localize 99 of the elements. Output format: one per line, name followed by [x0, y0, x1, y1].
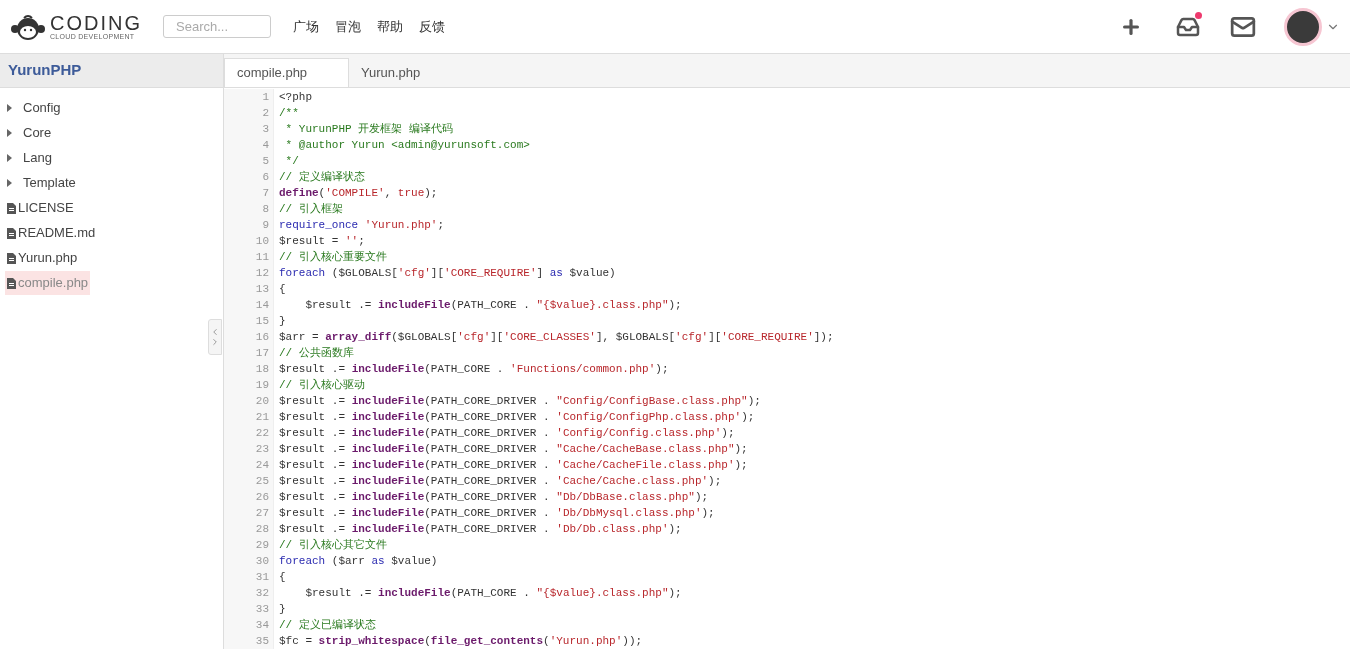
line-number: 1 [261, 90, 269, 105]
code-line: // 引入核心驱动 [279, 378, 365, 393]
code-line: // 定义已编译状态 [279, 618, 376, 633]
code-line: require_once 'Yurun.php'; [279, 218, 445, 233]
line-number: 3 [261, 122, 269, 137]
code-line: <?php [279, 90, 312, 105]
file-tree-item[interactable]: Core [5, 121, 54, 145]
line-number: 20 [254, 394, 269, 409]
file-tree-item[interactable]: Config [5, 96, 63, 120]
line-number: 25 [254, 474, 269, 489]
code-line: // 引入核心重要文件 [279, 250, 387, 265]
monkey-logo-icon [10, 12, 46, 41]
code-line: $result .= includeFile(PATH_CORE_DRIVER . 'Config/ConfigPhp.class.php'); [279, 410, 755, 425]
line-number: 5 [261, 154, 269, 169]
chevron-right-icon [210, 337, 220, 347]
code-line: $arr = array_diff($GLOBALS['cfg']['CORE_CLASSES'], $GLOBALS['cfg']['CORE_REQUIRE']); [279, 330, 834, 345]
code-line: $result .= includeFile(PATH_CORE_DRIVER . "Db/DbBase.class.php"); [279, 490, 709, 505]
code-line: $result .= includeFile(PATH_CORE_DRIVER . 'Config/Config.class.php'); [279, 426, 735, 441]
avatar[interactable] [1284, 7, 1322, 46]
file-tree-item[interactable]: LICENSE [5, 196, 76, 220]
expand-arrow-icon [7, 104, 12, 112]
code-line: // 定义编译状态 [279, 170, 365, 185]
line-number: 33 [254, 602, 269, 617]
line-number: 4 [261, 138, 269, 153]
line-number: 18 [254, 362, 269, 377]
line-number: 22 [254, 426, 269, 441]
line-number: 14 [254, 298, 269, 313]
line-number: 2 [261, 106, 269, 121]
code-line: * YurunPHP 开发框架 编译代码 [284, 122, 453, 137]
editor-tab[interactable]: Yurun.php [349, 58, 474, 87]
nav-link[interactable]: 广场 [293, 16, 319, 37]
line-number: 23 [254, 442, 269, 457]
code-line: /** [279, 106, 299, 121]
code-line: } [279, 314, 286, 329]
line-number: 6 [261, 170, 269, 185]
line-number: 26 [254, 490, 269, 505]
line-number: 13 [254, 282, 269, 297]
line-number: 15 [254, 314, 269, 329]
code-line: $result .= includeFile(PATH_CORE_DRIVER . 'Db/Db.class.php'); [279, 522, 682, 537]
line-number: 9 [261, 218, 269, 233]
line-number: 8 [261, 202, 269, 217]
file-tree-item[interactable]: README.md [5, 221, 98, 245]
line-number: 10 [254, 234, 269, 249]
code-line: */ [284, 154, 299, 169]
code-line: $result .= includeFile(PATH_CORE . "{$value}.class.php"); [304, 298, 682, 313]
project-title: YurunPHP [0, 54, 223, 88]
line-number: 34 [254, 618, 269, 633]
line-number: 17 [254, 346, 269, 361]
expand-arrow-icon [7, 129, 12, 137]
code-line: // 引入框架 [279, 202, 343, 217]
line-number: 19 [254, 378, 269, 393]
search-field[interactable]: Search... [163, 15, 271, 38]
line-number: 30 [254, 554, 269, 569]
code-line: $result .= includeFile(PATH_CORE . 'Functions/common.php'); [279, 362, 669, 377]
code-line: // 引入核心其它文件 [279, 538, 387, 553]
code-line: $result = ''; [279, 234, 365, 249]
code-line: $result .= includeFile(PATH_CORE_DRIVER . 'Cache/CacheFile.class.php'); [279, 458, 748, 473]
line-number: 27 [254, 506, 269, 521]
nav-link[interactable]: 帮助 [377, 16, 403, 37]
line-number: 31 [254, 570, 269, 585]
chevron-left-icon [210, 327, 220, 337]
collapse-handle[interactable] [208, 319, 222, 355]
code-line: { [279, 570, 286, 585]
code-line: } [279, 602, 286, 617]
line-number: 7 [261, 186, 269, 201]
expand-arrow-icon [7, 179, 12, 187]
line-number: 24 [254, 458, 269, 473]
code-line: // 公共函数库 [279, 346, 354, 361]
code-line: foreach ($GLOBALS['cfg']['CORE_REQUIRE'] as $value) [279, 266, 616, 281]
file-icon [7, 277, 16, 289]
line-number: 16 [254, 330, 269, 345]
line-number: 29 [254, 538, 269, 553]
code-line: $result .= includeFile(PATH_CORE_DRIVER . 'Db/DbMysql.class.php'); [279, 506, 715, 521]
line-number: 21 [254, 410, 269, 425]
nav-link[interactable]: 反馈 [419, 16, 445, 37]
file-tree-item[interactable]: Lang [5, 146, 54, 170]
file-icon [7, 202, 16, 214]
file-icon [7, 252, 16, 264]
line-number: 32 [254, 586, 269, 601]
file-icon [7, 227, 16, 239]
file-tree-item[interactable]: Template [5, 171, 78, 195]
editor-tab[interactable]: compile.php [224, 58, 349, 87]
code-line: $result .= includeFile(PATH_CORE_DRIVER . 'Cache/Cache.class.php'); [279, 474, 722, 489]
file-tree-item[interactable]: Yurun.php [5, 246, 80, 270]
code-line: $result .= includeFile(PATH_CORE_DRIVER . "Config/ConfigBase.class.php"); [279, 394, 761, 409]
logo-wordmark: CODING [50, 13, 142, 33]
line-number: 12 [254, 266, 269, 281]
code-line: * @author Yurun <admin@yurunsoft.com> [284, 138, 530, 153]
expand-arrow-icon [7, 154, 12, 162]
code-line: foreach ($arr as $value) [279, 554, 438, 569]
code-line: $fc = strip_whitespace(file_get_contents('Yurun.php')); [279, 634, 643, 649]
code-line: define('COMPILE', true); [279, 186, 438, 201]
code-line: { [279, 282, 286, 297]
code-line: $result .= includeFile(PATH_CORE . "{$value}.class.php"); [304, 586, 682, 601]
line-number: 28 [254, 522, 269, 537]
nav-link[interactable]: 冒泡 [335, 16, 361, 37]
line-number: 11 [254, 250, 269, 265]
code-line: $result .= includeFile(PATH_CORE_DRIVER . "Cache/CacheBase.class.php"); [279, 442, 748, 457]
line-number: 35 [254, 634, 269, 649]
